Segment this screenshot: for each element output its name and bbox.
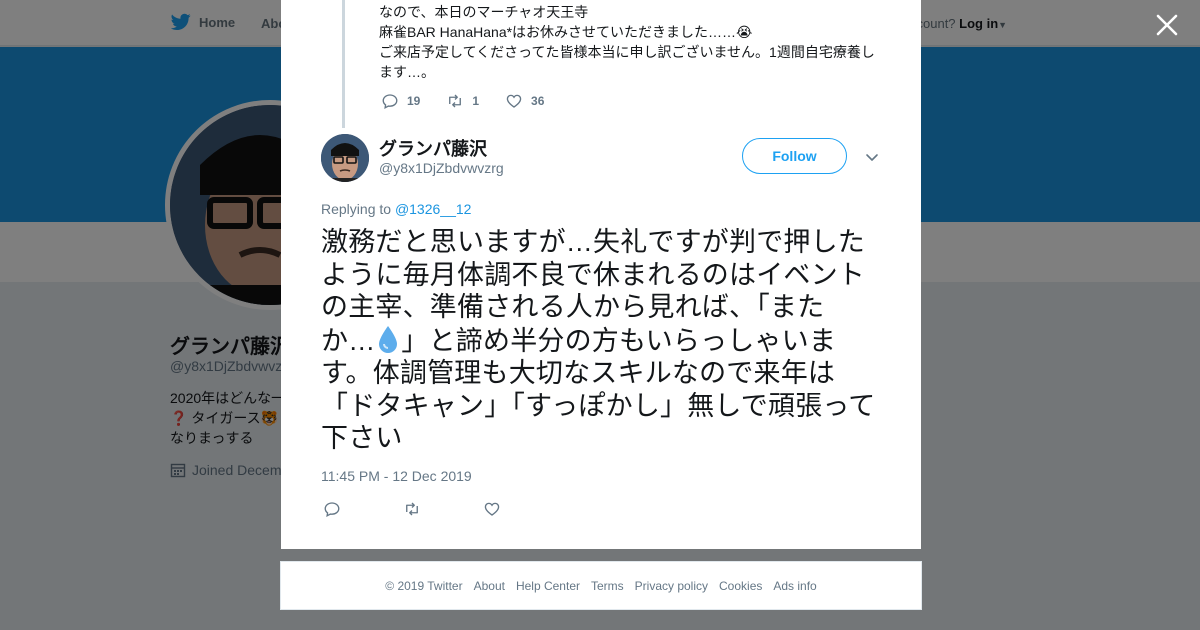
conversation-thread-line	[342, 0, 345, 128]
previous-tweet-text: なので、本日のマーチャオ天王寺 麻雀BAR HanaHana*はお休みさせていた…	[379, 2, 884, 82]
retweet-icon[interactable]	[403, 500, 421, 518]
previous-tweet-line: ご来店予定してくださってた皆様本当に申し訳ございません。1週間自宅療養し	[379, 44, 875, 60]
previous-tweet-line: ます…。	[379, 64, 435, 80]
tweet-text-line: か… 」と諦め半分の方もいらっしゃいま	[321, 324, 886, 358]
tweet-text-line: 激務だと思いますが…失礼ですが判で押した	[321, 227, 865, 257]
close-icon[interactable]	[1154, 12, 1180, 38]
reply-icon[interactable]	[323, 500, 341, 518]
tweet-author-handle[interactable]: @y8x1DjZbdvwvzrg	[379, 160, 504, 176]
retweet-icon	[449, 94, 462, 108]
tweet-text-fragment: か…	[321, 325, 376, 356]
tweet-text-line: す。体調管理も大切なスキルなので来年は	[321, 358, 836, 388]
tweet-text-line: 「ドタキャン」「すっぽかし」無しで頑張って	[321, 390, 876, 421]
footer-link-help-center[interactable]: Help Center	[516, 579, 580, 593]
avatar-illustration	[321, 134, 369, 182]
reply-button[interactable]: 19	[381, 92, 420, 110]
footer-copyright: © 2019 Twitter	[385, 578, 463, 593]
replying-to: Replying to @1326__12	[321, 201, 471, 217]
follow-button[interactable]: Follow	[742, 138, 847, 174]
replying-prefix: Replying to	[321, 201, 392, 217]
footer-link-ads-info[interactable]: Ads info	[773, 579, 816, 593]
tweet-author-name[interactable]: グランパ藤沢	[379, 135, 487, 161]
tweet-text-fragment: 」と諦め半分の方もいらっしゃいま	[401, 325, 837, 356]
tweet-text: 激務だと思いますが…失礼ですが判で押した ように毎月体調不良で休まれるのはイベン…	[321, 226, 886, 455]
footer-link-terms[interactable]: Terms	[591, 579, 624, 593]
tweet-actions	[323, 500, 563, 518]
droplet-emoji-icon	[379, 325, 398, 353]
footer-link-privacy[interactable]: Privacy policy	[635, 579, 708, 593]
tweet-author-avatar[interactable]	[321, 134, 369, 182]
tweet-text-line: 下さい	[321, 423, 403, 453]
previous-tweet-line: 麻雀BAR HanaHana*はお休みさせていただきました……😭	[379, 24, 753, 40]
footer: © 2019 Twitter About Help Center Terms P…	[280, 561, 922, 610]
tweet-text-line: ように毎月体調不良で休まれるのはイベント	[321, 259, 865, 290]
replying-to-link[interactable]: @1326__12	[395, 201, 472, 217]
heart-icon	[506, 94, 522, 108]
retweet-count: 1	[472, 94, 480, 108]
chevron-down-icon[interactable]	[864, 149, 880, 165]
tweet-timestamp[interactable]: 11:45 PM - 12 Dec 2019	[321, 468, 472, 484]
heart-icon[interactable]	[483, 500, 501, 518]
like-button[interactable]: 36	[505, 92, 544, 110]
footer-link-cookies[interactable]: Cookies	[719, 579, 762, 593]
previous-tweet-line: なので、本日のマーチャオ天王寺	[379, 4, 589, 20]
retweet-button[interactable]: 1	[446, 92, 479, 110]
reply-count: 19	[407, 94, 421, 108]
footer-link-about[interactable]: About	[474, 579, 505, 593]
like-count: 36	[531, 94, 545, 108]
tweet-text-line: の主宰、準備される人から見れば、「また	[321, 292, 825, 322]
previous-tweet-actions: 19 1 36	[381, 92, 570, 110]
reply-icon	[382, 94, 398, 109]
